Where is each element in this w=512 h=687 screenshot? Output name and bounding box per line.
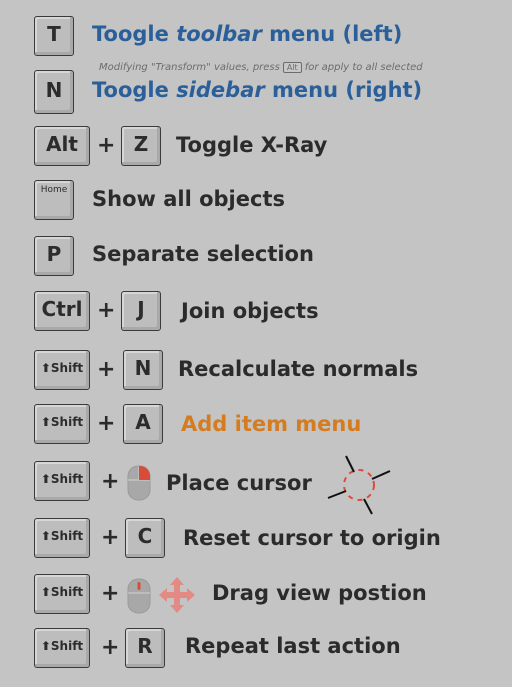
key-r: R <box>125 628 165 668</box>
key-alt: Alt <box>34 126 90 166</box>
toggle-xray-label: Toggle X-Ray <box>176 133 328 157</box>
plus-sign: + <box>101 525 120 550</box>
shift-arrow-icon: ⬆ <box>40 639 51 653</box>
plus-sign: + <box>101 635 120 660</box>
key-shift: ⬆Shift <box>34 350 90 390</box>
separate-selection-label: Separate selection <box>92 242 314 266</box>
plus-sign: + <box>97 298 116 323</box>
place-cursor-label: Place cursor <box>166 471 312 495</box>
key-shift: ⬆Shift <box>34 518 90 558</box>
plus-sign: + <box>97 357 116 382</box>
mouse-middle-button-icon <box>127 578 151 614</box>
3d-cursor-icon <box>327 455 391 515</box>
key-c: C <box>125 518 165 558</box>
toggle-sidebar-label: Toogle sidebar menu (right) <box>92 78 423 102</box>
recalculate-normals-label: Recalculate normals <box>178 357 419 381</box>
plus-sign: + <box>101 581 120 606</box>
mouse-right-button-icon <box>127 465 151 501</box>
toggle-toolbar-label: Toogle toolbar menu (left) <box>92 22 403 46</box>
shift-arrow-icon: ⬆ <box>40 415 51 429</box>
key-n: N <box>123 350 163 390</box>
key-t: T <box>34 16 74 56</box>
shift-arrow-icon: ⬆ <box>40 585 51 599</box>
shift-arrow-icon: ⬆ <box>40 361 51 375</box>
key-shift: ⬆Shift <box>34 628 90 668</box>
shift-arrow-icon: ⬆ <box>40 472 51 486</box>
drag-view-position-label: Drag view postion <box>212 581 427 605</box>
show-all-objects-label: Show all objects <box>92 187 285 211</box>
transform-note: Modifying "Transform" values, press Alt fo… <box>99 62 423 73</box>
key-shift: ⬆Shift <box>34 461 90 501</box>
plus-sign: + <box>97 411 116 436</box>
add-item-menu-label: Add item menu <box>181 412 362 436</box>
alt-mini-key: Alt <box>282 62 302 73</box>
key-a: A <box>123 404 163 444</box>
key-shift: ⬆Shift <box>34 574 90 614</box>
key-n: N <box>34 70 74 114</box>
key-p: P <box>34 236 74 276</box>
plus-sign: + <box>97 133 116 158</box>
join-objects-label: Join objects <box>181 299 319 323</box>
repeat-last-action-label: Repeat last action <box>185 634 401 658</box>
reset-cursor-label: Reset cursor to origin <box>183 526 441 550</box>
key-j: J <box>121 291 161 331</box>
key-ctrl: Ctrl <box>34 291 90 331</box>
move-arrows-icon <box>159 577 195 613</box>
key-z: Z <box>121 126 161 166</box>
key-shift: ⬆Shift <box>34 404 90 444</box>
shift-arrow-icon: ⬆ <box>40 529 51 543</box>
key-home: Home <box>34 180 74 220</box>
plus-sign: + <box>101 469 120 494</box>
